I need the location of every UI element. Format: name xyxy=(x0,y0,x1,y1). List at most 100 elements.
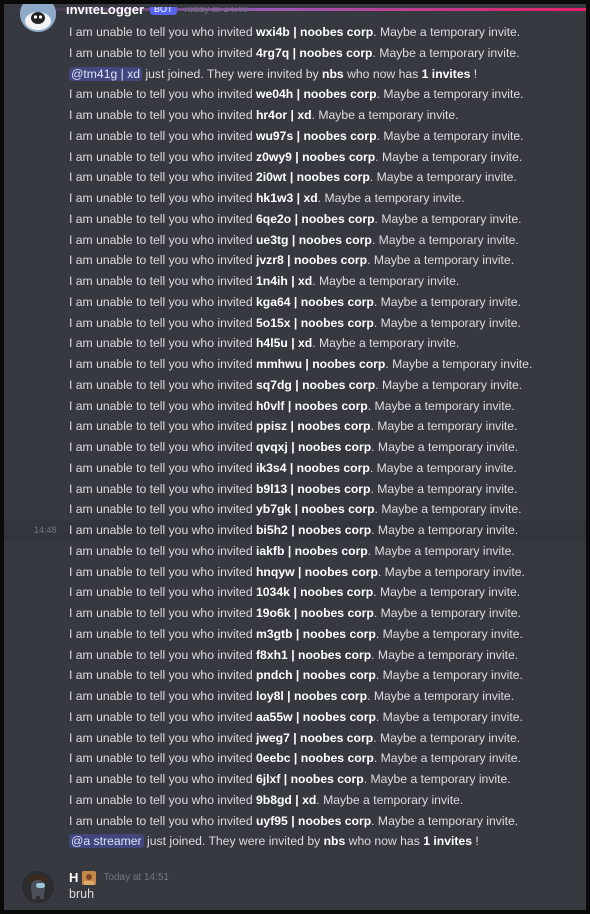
invite-code: jvzr8 | noobes corp xyxy=(256,253,367,267)
invite-prefix: I am unable to tell you who invited xyxy=(69,294,256,309)
invite-code-value: we04h xyxy=(255,87,294,102)
invite-code-value: aa55w xyxy=(255,709,293,724)
user-mention[interactable]: @tm41g | xd xyxy=(69,66,143,81)
invite-code: ppisz | noobes corp xyxy=(256,419,370,433)
join-message-line: @tm41g | xd just joined. They were invit… xyxy=(4,64,586,85)
invite-message-line: I am unable to tell you who invited f8xh… xyxy=(4,645,586,666)
invite-prefix: I am unable to tell you who invited xyxy=(69,128,256,143)
invite-code: pndch | noobes corp xyxy=(256,668,376,682)
invite-code-value: 0eebc xyxy=(255,751,291,766)
invite-suffix: . Maybe a temporary invite. xyxy=(373,25,521,39)
invite-message-line: I am unable to tell you who invited 0eeb… xyxy=(4,748,586,769)
invite-prefix: I am unable to tell you who invited xyxy=(69,772,256,786)
invite-message-line: I am unable to tell you who invited iakf… xyxy=(4,541,586,562)
invite-message-line: I am unable to tell you who invited 5o15… xyxy=(4,313,586,334)
invite-code: 9b8gd | xd xyxy=(256,793,316,807)
invite-code-value: wxi4b xyxy=(255,25,290,39)
invite-server: noobes corp xyxy=(290,772,364,786)
invite-code-value: sq7dg xyxy=(255,377,292,392)
invite-prefix: I am unable to tell you who invited xyxy=(69,626,256,641)
invite-code-value: hk1w3 xyxy=(255,191,294,205)
user-message: H Today at 14:51 bruh xyxy=(4,866,586,906)
invite-server: noobes corp xyxy=(299,45,373,60)
invite-code: bi5h2 | noobes corp xyxy=(256,523,371,537)
invite-separator: | xyxy=(293,191,304,205)
invite-suffix: . Maybe a temporary invite. xyxy=(371,232,519,247)
invite-separator: | xyxy=(284,543,295,558)
invite-message-line: I am unable to tell you who invited h0vl… xyxy=(4,396,586,417)
invite-prefix: I am unable to tell you who invited xyxy=(69,232,256,247)
invite-code-value: h4l5u xyxy=(255,336,288,351)
invite-server: noobes corp xyxy=(300,585,374,600)
bot-username[interactable]: InviteLogger xyxy=(66,7,144,17)
invite-code-value: m3gtb xyxy=(255,626,293,641)
invite-prefix: I am unable to tell you who invited xyxy=(69,564,256,579)
invite-separator: | xyxy=(290,294,301,309)
invite-code: qvqxj | noobes corp xyxy=(256,440,371,454)
invite-suffix: . Maybe a temporary invite. xyxy=(376,128,524,143)
invite-suffix: . Maybe a temporary invite. xyxy=(312,274,460,288)
invite-prefix: I am unable to tell you who invited xyxy=(69,792,256,807)
invite-code: hk1w3 | xd xyxy=(256,191,318,205)
line-text: I am unable to tell you who invited kga6… xyxy=(69,292,521,313)
user-mention[interactable]: @a streamer xyxy=(69,834,144,849)
invite-message-line: I am unable to tell you who invited uyf9… xyxy=(4,811,586,832)
role-emoji-icon xyxy=(82,870,97,885)
invite-message-line: I am unable to tell you who invited hr4o… xyxy=(4,105,586,126)
line-text: I am unable to tell you who invited 9b8g… xyxy=(69,790,463,811)
invite-suffix: . Maybe a temporary invite. xyxy=(373,585,521,600)
invite-message-line: I am unable to tell you who invited 19o6… xyxy=(4,603,586,624)
line-text: I am unable to tell you who invited we04… xyxy=(69,84,524,105)
invite-code-value: hr4or xyxy=(255,108,288,122)
invite-server: xd xyxy=(298,336,313,351)
invite-prefix: I am unable to tell you who invited xyxy=(69,543,256,558)
invite-code: f8xh1 | noobes corp xyxy=(256,648,371,662)
invite-code-value: ppisz xyxy=(255,419,288,434)
invite-message-line: I am unable to tell you who invited 1034… xyxy=(4,582,586,603)
invite-separator: | xyxy=(290,751,301,766)
invite-separator: | xyxy=(287,440,299,454)
invite-separator: | xyxy=(286,170,297,185)
invite-prefix: I am unable to tell you who invited xyxy=(69,813,256,828)
invite-suffix: . Maybe a temporary invite. xyxy=(374,211,522,226)
invite-suffix: . Maybe a temporary invite. xyxy=(311,108,459,122)
crewmate-avatar-icon xyxy=(22,871,54,903)
invite-separator: | xyxy=(292,626,303,641)
invite-separator: | xyxy=(292,668,303,683)
invite-prefix: I am unable to tell you who invited xyxy=(69,751,256,766)
invite-code: 1n4ih | xd xyxy=(256,274,312,288)
invite-separator: | xyxy=(291,792,303,807)
invite-separator: | xyxy=(291,377,303,392)
invite-prefix: I am unable to tell you who invited xyxy=(69,481,256,496)
invite-code-value: hnqyw xyxy=(255,564,295,579)
invite-message-line: I am unable to tell you who invited z0wy… xyxy=(4,147,586,168)
invite-suffix: . Maybe a temporary invite. xyxy=(373,606,521,620)
invite-server: noobes corp xyxy=(300,294,374,309)
user-avatar[interactable] xyxy=(22,871,54,903)
invite-code: uyf95 | noobes corp xyxy=(256,814,371,828)
invite-server: noobes corp xyxy=(302,709,376,724)
invite-server: noobes corp xyxy=(303,87,377,102)
join-text-2: who now has xyxy=(343,66,422,81)
invite-separator: | xyxy=(292,709,303,724)
invite-code: wxi4b | noobes corp xyxy=(256,25,373,39)
line-text: I am unable to tell you who invited 6qe2… xyxy=(69,209,522,230)
invite-prefix: I am unable to tell you who invited xyxy=(69,523,256,537)
invite-prefix: I am unable to tell you who invited xyxy=(69,585,256,600)
invite-message-line: I am unable to tell you who invited loy8… xyxy=(4,686,586,707)
invite-prefix: I am unable to tell you who invited xyxy=(69,336,256,351)
invite-server: noobes corp xyxy=(294,398,368,413)
user-username[interactable]: H xyxy=(69,870,78,885)
line-text: I am unable to tell you who invited h0vl… xyxy=(69,396,515,417)
invite-separator: | xyxy=(290,315,301,330)
invite-code-value: qvqxj xyxy=(255,440,288,454)
invite-message-line: I am unable to tell you who invited kga6… xyxy=(4,292,586,313)
invite-code-value: yb7gk xyxy=(255,502,292,517)
invite-message-line: I am unable to tell you who invited pndc… xyxy=(4,665,586,686)
invite-server: noobes corp xyxy=(304,564,378,579)
invite-server: noobes corp xyxy=(300,606,374,620)
invite-suffix: . Maybe a temporary invite. xyxy=(373,315,521,330)
invite-server: noobes corp xyxy=(298,813,372,828)
invite-separator: | xyxy=(287,274,299,288)
invite-message-line: I am unable to tell you who invited sq7d… xyxy=(4,375,586,396)
